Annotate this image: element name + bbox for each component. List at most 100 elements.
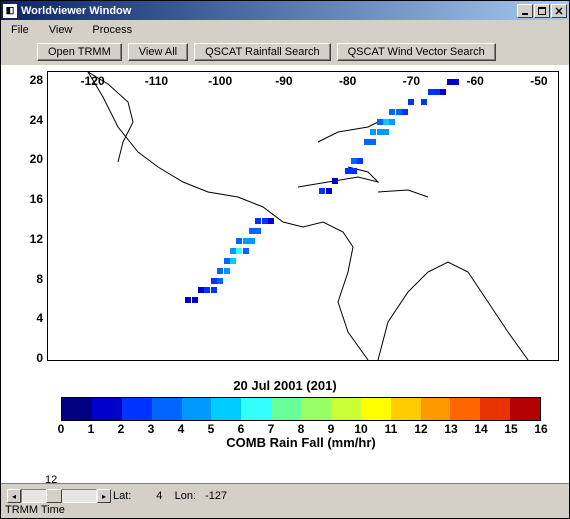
rain-cell xyxy=(332,178,338,184)
colorbar-swatch xyxy=(480,398,510,420)
rain-cell xyxy=(255,218,261,224)
cursor-readout: Lat: 4 Lon: -127 xyxy=(113,490,227,502)
qscat-rain-button[interactable]: QSCAT Rainfall Search xyxy=(194,43,331,61)
rain-cell xyxy=(351,158,357,164)
rain-cell xyxy=(319,188,325,194)
colorbar-swatch xyxy=(122,398,152,420)
main-window: ◧ Worldviewer Window File View Process O… xyxy=(0,0,570,519)
colorbar-tick: 6 xyxy=(238,422,245,436)
colorbar-tick: 7 xyxy=(268,422,275,436)
colorbar-tick: 2 xyxy=(118,422,125,436)
colorbar-swatch xyxy=(391,398,421,420)
rain-cell xyxy=(243,248,249,254)
colorbar-tick: 4 xyxy=(178,422,185,436)
rain-cell xyxy=(185,297,191,303)
rain-cell xyxy=(243,238,249,244)
rain-cell xyxy=(236,238,242,244)
colorbar-tick: 15 xyxy=(504,422,517,436)
rain-cell xyxy=(224,268,230,274)
rain-cell xyxy=(434,89,440,95)
menu-file[interactable]: File xyxy=(5,22,35,38)
x-tick-label: -100 xyxy=(208,74,232,88)
y-tick-label: 28 xyxy=(15,73,43,87)
toolbar: Open TRMM View All QSCAT Rainfall Search… xyxy=(1,39,569,65)
colorbar-tick: 8 xyxy=(298,422,305,436)
rain-cell xyxy=(249,228,255,234)
rain-cell xyxy=(396,109,402,115)
rain-cell xyxy=(428,89,434,95)
x-tick-label: -70 xyxy=(403,74,420,88)
colorbar-swatch xyxy=(450,398,480,420)
minimize-button[interactable] xyxy=(517,4,533,18)
y-tick-label: 8 xyxy=(15,272,43,286)
rain-cell xyxy=(204,287,210,293)
rain-cell xyxy=(249,238,255,244)
rain-cell xyxy=(236,248,242,254)
colorbar-tick: 9 xyxy=(328,422,335,436)
rain-cell xyxy=(255,228,261,234)
view-all-button[interactable]: View All xyxy=(128,43,188,61)
rain-cell xyxy=(198,287,204,293)
rain-cell xyxy=(357,158,363,164)
colorbar-tick: 10 xyxy=(354,422,367,436)
colorbar-swatch xyxy=(510,398,540,420)
colorbar-tick: 11 xyxy=(385,422,398,436)
colorbar-tick: 3 xyxy=(148,422,155,436)
rain-cell xyxy=(389,119,395,125)
rain-cell xyxy=(421,99,427,105)
close-button[interactable] xyxy=(551,4,567,18)
y-tick-label: 20 xyxy=(15,152,43,166)
menu-process[interactable]: Process xyxy=(86,22,138,38)
y-tick-label: 16 xyxy=(15,192,43,206)
y-tick-label: 24 xyxy=(15,113,43,127)
colorbar-tick: 1 xyxy=(88,422,95,436)
colorbar-swatch xyxy=(152,398,182,420)
lon-value: -127 xyxy=(199,490,227,502)
y-tick-label: 12 xyxy=(15,232,43,246)
colorbar-swatch xyxy=(271,398,301,420)
rain-cell xyxy=(402,109,408,115)
rain-cell xyxy=(224,258,230,264)
rain-cell xyxy=(345,168,351,174)
slider-prev-button[interactable]: ◂ xyxy=(7,489,21,503)
colorbar-swatch xyxy=(421,398,451,420)
slider-next-button[interactable]: ▸ xyxy=(97,489,111,503)
chart-title: 20 Jul 2001 (201) xyxy=(1,378,569,393)
x-tick-label: -90 xyxy=(275,74,292,88)
x-tick-label: -60 xyxy=(466,74,483,88)
rain-cell xyxy=(383,119,389,125)
colorbar-swatch xyxy=(182,398,212,420)
colorbar-swatch xyxy=(361,398,391,420)
rain-cell xyxy=(440,89,446,95)
menu-bar: File View Process xyxy=(1,20,569,39)
client-area: 0481216202428 -120-110-100-90-80-70-60-5… xyxy=(1,65,569,483)
rain-cell xyxy=(377,119,383,125)
rain-cell xyxy=(377,129,383,135)
y-tick-label: 4 xyxy=(15,311,43,325)
colorbar-tick: 0 xyxy=(58,422,65,436)
map-area[interactable]: -120-110-100-90-80-70-60-50 xyxy=(47,71,559,361)
trmm-time-slider[interactable] xyxy=(21,489,97,503)
colorbar-swatch xyxy=(241,398,271,420)
qscat-wind-button[interactable]: QSCAT Wind Vector Search xyxy=(337,43,496,61)
open-trmm-button[interactable]: Open TRMM xyxy=(37,43,122,61)
lon-label: Lon: xyxy=(175,490,196,502)
coastline xyxy=(48,72,558,360)
y-axis: 0481216202428 xyxy=(15,69,45,363)
rain-cell xyxy=(262,218,268,224)
colorbar-tick: 16 xyxy=(534,422,547,436)
status-panel: 12 ◂ ▸ TRMM Time Lat: 4 Lon: -127 xyxy=(1,483,569,518)
rain-cell xyxy=(192,297,198,303)
rain-cell xyxy=(211,278,217,284)
rain-cell xyxy=(364,139,370,145)
rain-cell xyxy=(453,79,459,85)
rain-cell xyxy=(447,79,453,85)
maximize-button[interactable] xyxy=(534,4,550,18)
menu-view[interactable]: View xyxy=(43,22,79,38)
slider-thumb[interactable] xyxy=(46,489,62,503)
colorbar-label: COMB Rain Fall (mm/hr) xyxy=(61,435,541,450)
colorbar-tick: 14 xyxy=(474,422,487,436)
rain-cell xyxy=(217,278,223,284)
rain-cell xyxy=(230,248,236,254)
rain-cell xyxy=(383,129,389,135)
